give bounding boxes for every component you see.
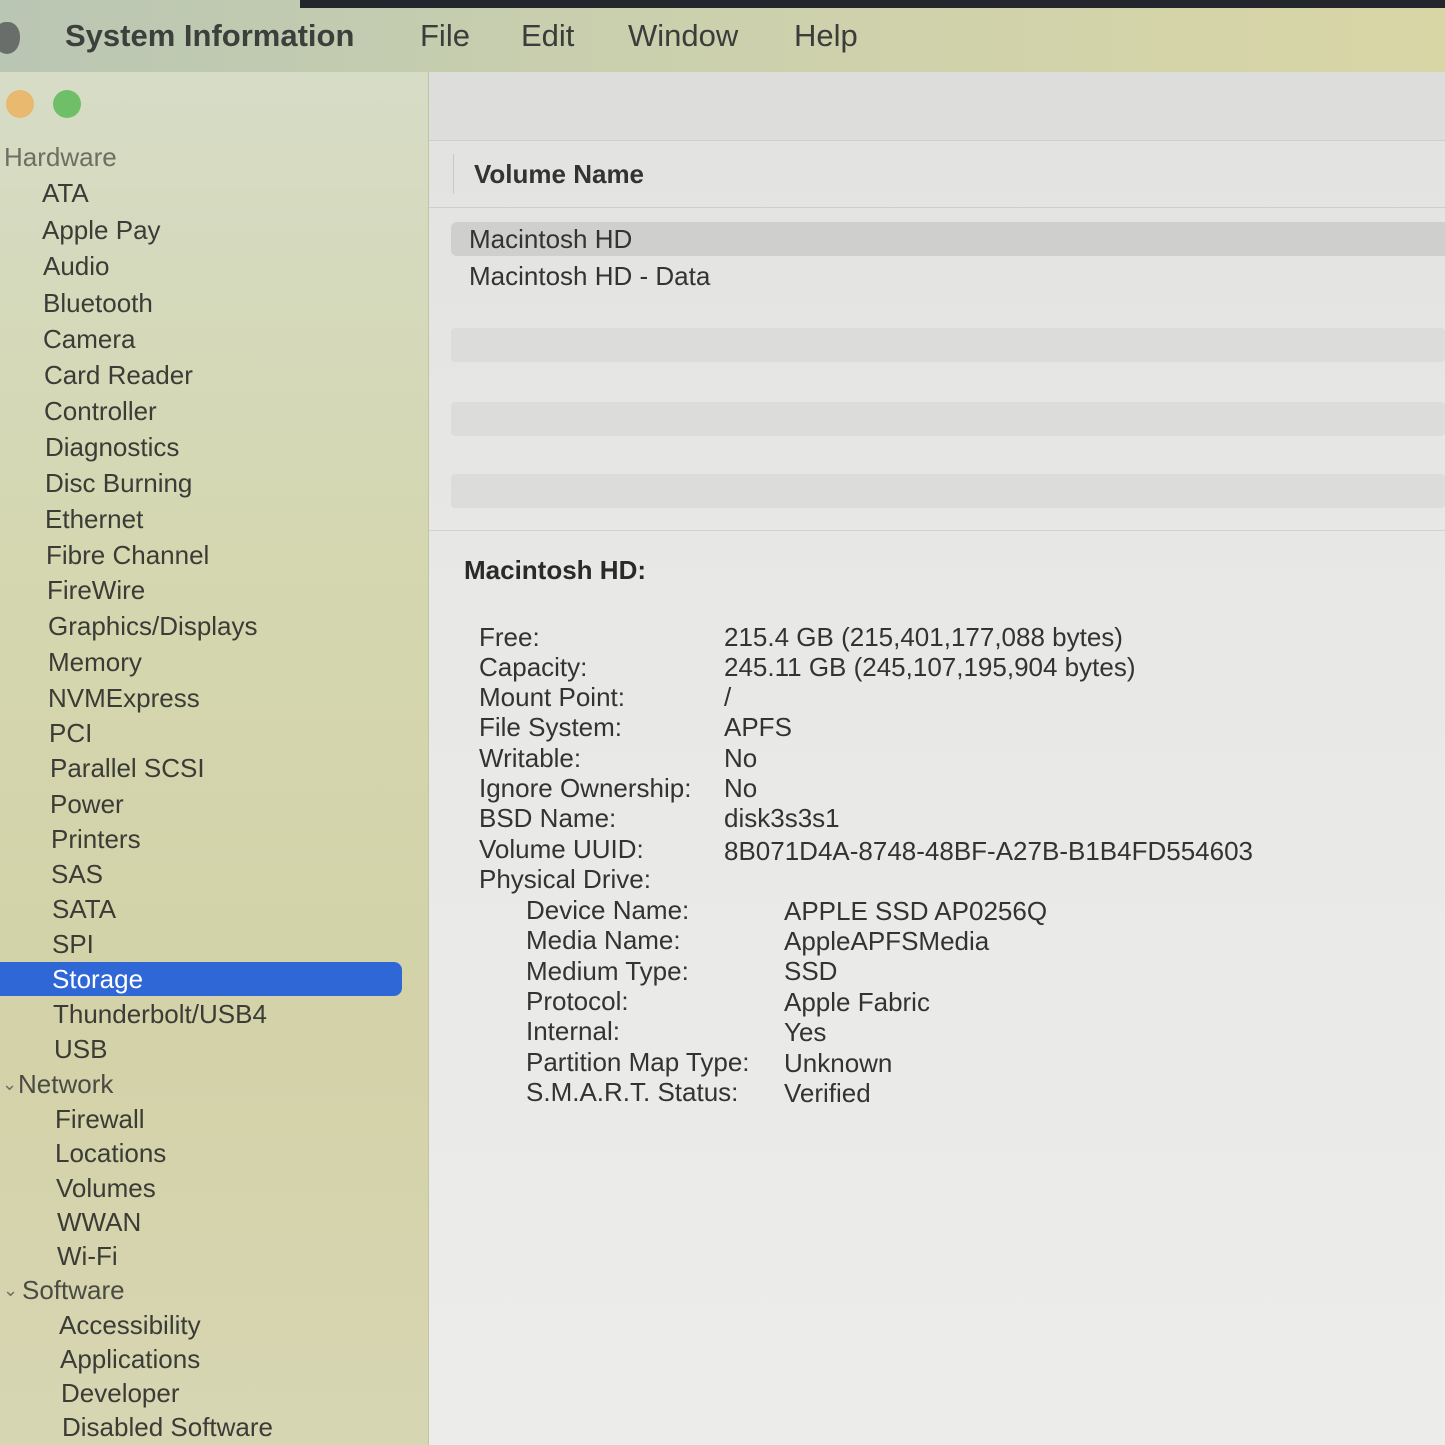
zoom-button-icon[interactable] <box>53 90 81 118</box>
drive-key-internal: Internal: <box>526 1016 620 1046</box>
volume-row-macintosh-hd[interactable]: Macintosh HD <box>469 224 632 255</box>
sidebar-heading-software[interactable]: Software <box>22 1275 125 1306</box>
sidebar-item-audio[interactable]: Audio <box>43 251 110 282</box>
toolbar <box>429 72 1445 141</box>
sidebar-item-apple-pay[interactable]: Apple Pay <box>42 215 161 246</box>
drive-key-device-name: Device Name: <box>526 895 690 925</box>
sidebar-item-controller[interactable]: Controller <box>44 396 157 427</box>
pane-divider <box>429 530 1445 531</box>
software-disclosure-chevron-icon[interactable]: ⌄ <box>3 1280 18 1301</box>
sidebar-item-fibre-channel[interactable]: Fibre Channel <box>46 540 209 571</box>
sidebar-item-developer[interactable]: Developer <box>61 1378 180 1409</box>
sidebar-item-sas[interactable]: SAS <box>51 859 103 890</box>
detail-value-free: 215.4 GB (215,401,177,088 bytes) <box>724 622 1123 652</box>
sidebar-item-nvmexpress[interactable]: NVMExpress <box>48 683 200 714</box>
drive-value-protocol: Apple Fabric <box>784 987 930 1017</box>
drive-key-medium-type: Medium Type: <box>526 956 689 986</box>
sidebar-item-disabled-software[interactable]: Disabled Software <box>62 1412 273 1443</box>
empty-row-stripe <box>451 474 1445 508</box>
sidebar-item-bluetooth[interactable]: Bluetooth <box>43 288 153 319</box>
desktop-edge <box>300 0 1445 8</box>
drive-value-partition-map-type: Unknown <box>784 1048 893 1078</box>
detail-key-file-system: File System: <box>479 712 623 742</box>
minimize-button-icon[interactable] <box>6 90 34 118</box>
sidebar-item-firewall[interactable]: Firewall <box>55 1104 145 1135</box>
menu-app-name[interactable]: System Information <box>65 18 354 54</box>
menu-window[interactable]: Window <box>628 18 738 54</box>
sidebar-item-camera[interactable]: Camera <box>43 324 135 355</box>
detail-key-ignore-ownership: Ignore Ownership: <box>479 773 692 803</box>
header-divider <box>429 207 1445 208</box>
drive-key-protocol: Protocol: <box>526 986 629 1016</box>
detail-value-ignore-ownership: No <box>724 773 758 803</box>
menu-file[interactable]: File <box>420 18 470 54</box>
sidebar-item-storage[interactable]: Storage <box>52 964 143 995</box>
sidebar-heading-network[interactable]: Network <box>18 1069 113 1100</box>
sidebar-item-parallel-scsi[interactable]: Parallel SCSI <box>50 753 205 784</box>
detail-key-physical-drive: Physical Drive: <box>479 864 651 894</box>
empty-row-stripe <box>451 402 1445 436</box>
sidebar-item-locations[interactable]: Locations <box>55 1138 166 1169</box>
drive-key-smart-status: S.M.A.R.T. Status: <box>526 1077 739 1107</box>
empty-row-stripe <box>451 328 1445 362</box>
sidebar-item-memory[interactable]: Memory <box>48 647 142 678</box>
detail-value-bsd-name: disk3s3s1 <box>724 803 840 833</box>
detail-key-mount-point: Mount Point: <box>479 682 625 712</box>
main-pane: Volume Name Macintosh HD Macintosh HD - … <box>429 72 1445 1445</box>
sidebar-item-spi[interactable]: SPI <box>52 929 94 960</box>
sidebar-heading-hardware[interactable]: Hardware <box>4 142 117 173</box>
drive-value-media-name: AppleAPFSMedia <box>784 926 990 956</box>
drive-key-partition-map-type: Partition Map Type: <box>526 1047 750 1077</box>
drive-value-smart-status: Verified <box>784 1078 871 1108</box>
sidebar-item-wi-fi[interactable]: Wi-Fi <box>57 1241 118 1272</box>
drive-value-device-name: APPLE SSD AP0256Q <box>784 896 1048 926</box>
sidebar-item-sata[interactable]: SATA <box>52 894 116 925</box>
detail-key-writable: Writable: <box>479 743 582 773</box>
detail-value-volume-uuid: 8B071D4A-8748-48BF-A27B-B1B4FD554603 <box>724 836 1254 866</box>
drive-value-medium-type: SSD <box>784 956 838 986</box>
sidebar-item-firewire[interactable]: FireWire <box>47 575 145 606</box>
sidebar-item-ata[interactable]: ATA <box>42 178 89 209</box>
sidebar-item-power[interactable]: Power <box>50 789 124 820</box>
drive-value-internal: Yes <box>784 1017 827 1047</box>
network-disclosure-chevron-icon[interactable]: ⌄ <box>2 1074 17 1095</box>
sidebar-item-applications[interactable]: Applications <box>60 1344 200 1375</box>
column-separator <box>453 154 454 194</box>
detail-value-capacity: 245.11 GB (245,107,195,904 bytes) <box>724 652 1136 682</box>
detail-key-volume-uuid: Volume UUID: <box>479 834 644 864</box>
sidebar-item-thunderbolt-usb4[interactable]: Thunderbolt/USB4 <box>53 999 267 1030</box>
sidebar-item-disc-burning[interactable]: Disc Burning <box>45 468 192 499</box>
sidebar-item-usb[interactable]: USB <box>54 1034 107 1065</box>
menu-edit[interactable]: Edit <box>521 18 574 54</box>
detail-key-bsd-name: BSD Name: <box>479 803 617 833</box>
sidebar-item-wwan[interactable]: WWAN <box>57 1207 141 1238</box>
detail-value-writable: No <box>724 743 758 773</box>
detail-title: Macintosh HD: <box>464 555 646 585</box>
sidebar-item-card-reader[interactable]: Card Reader <box>44 360 193 391</box>
detail-value-mount-point: / <box>724 682 732 712</box>
sidebar-item-ethernet[interactable]: Ethernet <box>45 504 143 535</box>
sidebar-item-diagnostics[interactable]: Diagnostics <box>45 432 179 463</box>
detail-key-capacity: Capacity: <box>479 652 588 682</box>
sidebar-item-pci[interactable]: PCI <box>49 718 92 749</box>
menu-bar: System Information File Edit Window Help <box>0 0 1445 73</box>
drive-key-media-name: Media Name: <box>526 925 681 955</box>
volume-row-macintosh-hd-data[interactable]: Macintosh HD - Data <box>469 261 710 292</box>
sidebar-item-volumes[interactable]: Volumes <box>56 1173 156 1204</box>
column-header-volume-name[interactable]: Volume Name <box>474 159 644 190</box>
apple-menu-icon[interactable] <box>0 22 20 54</box>
detail-key-free: Free: <box>479 622 540 652</box>
sidebar-item-graphics-displays[interactable]: Graphics/Displays <box>48 611 258 642</box>
sidebar-item-printers[interactable]: Printers <box>51 824 141 855</box>
detail-value-file-system: APFS <box>724 712 792 742</box>
sidebar-item-accessibility[interactable]: Accessibility <box>59 1310 201 1341</box>
menu-help[interactable]: Help <box>794 18 858 54</box>
